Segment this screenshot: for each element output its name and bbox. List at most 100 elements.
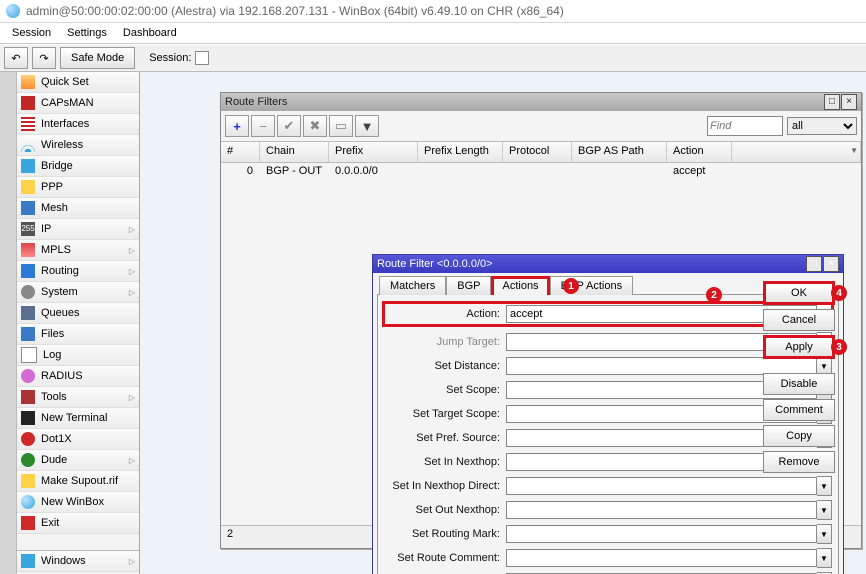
field-label: Set Route Comment: [384,552,506,564]
field-label: Jump Target: [384,336,506,348]
sidebar-item-label: RADIUS [41,370,83,382]
close-icon[interactable]: × [841,94,857,110]
sidebar-item-label: CAPsMAN [41,97,94,109]
sidebar-item-label: Files [41,328,64,340]
sidebar-item-radius[interactable]: RADIUS [17,366,139,387]
rocket-icon [21,75,35,89]
menu-session[interactable]: Session [4,25,59,41]
scope-select[interactable]: all [787,117,857,135]
disable-button[interactable]: ✖ [303,115,327,137]
dropdown-icon[interactable]: ▼ [817,524,832,544]
sidebar-item-bridge[interactable]: Bridge [17,156,139,177]
col-action[interactable]: Action [667,142,732,162]
sidebar-item-tools[interactable]: Tools▷ [17,387,139,408]
maximize-icon[interactable]: □ [824,94,840,110]
safe-mode-button[interactable]: Safe Mode [60,47,135,69]
remove-button[interactable]: − [251,115,275,137]
dropdown-icon[interactable]: ▼ [817,476,832,496]
sidebar-item-quick-set[interactable]: Quick Set [17,72,139,93]
sidebar-item-label: MPLS [41,244,71,256]
field-input[interactable] [506,501,817,519]
edit-titlebar[interactable]: Route Filter <0.0.0.0/0> □ × [373,255,843,273]
sidebar: Quick Set CAPsMAN Interfaces Wireless Bridge… [17,72,140,574]
sidebar-item-new-winbox[interactable]: New WinBox [17,492,139,513]
sidebar-item-mpls[interactable]: MPLS▷ [17,240,139,261]
sidebar-item-system[interactable]: System▷ [17,282,139,303]
maximize-icon[interactable]: □ [806,256,822,272]
sidebar-item-ip[interactable]: 255IP▷ [17,219,139,240]
route-filters-titlebar[interactable]: Route Filters □ × [221,93,861,111]
sidebar-item-mesh[interactable]: Mesh [17,198,139,219]
column-dropdown-icon[interactable]: ▼ [850,146,858,155]
sidebar-item-windows[interactable]: Windows ▷ [17,550,139,572]
field-row: Set In Nexthop Direct:▼ [384,475,832,497]
sidebar-item-label: Windows [41,555,86,567]
copy-button[interactable]: Copy [763,425,835,447]
enable-button[interactable]: ✔ [277,115,301,137]
field-input[interactable] [506,549,817,567]
col-bgp-as-path[interactable]: BGP AS Path [572,142,667,162]
sidebar-item-new-terminal[interactable]: New Terminal [17,408,139,429]
mpls-icon [21,243,35,257]
add-button[interactable]: + [225,115,249,137]
bridge-icon [21,159,35,173]
tab-bgp[interactable]: BGP [446,276,491,295]
field-label: Set Out Nexthop: [384,504,506,516]
apply-button[interactable]: Apply [763,335,835,359]
field-label: Set Routing Mark: [384,528,506,540]
menu-settings[interactable]: Settings [59,25,115,41]
sidebar-item-dude[interactable]: Dude▷ [17,450,139,471]
dropdown-icon[interactable]: ▼ [817,500,832,520]
dropdown-icon[interactable]: ▼ [817,548,832,568]
sidebar-item-interfaces[interactable]: Interfaces [17,114,139,135]
sidebar-item-capsman[interactable]: CAPsMAN [17,93,139,114]
sidebar-item-queues[interactable]: Queues [17,303,139,324]
sidebar-item-ppp[interactable]: PPP [17,177,139,198]
filter-button[interactable]: ▼ [355,115,379,137]
find-input[interactable] [707,116,783,136]
sidebar-item-routing[interactable]: Routing▷ [17,261,139,282]
table-row[interactable]: 0 BGP - OUT 0.0.0.0/0 accept [221,163,861,181]
field-label: Set Scope: [384,384,506,396]
disable-button[interactable]: Disable [763,373,835,395]
redo-button[interactable]: ↷ [32,47,56,69]
sidebar-item-label: Wireless [41,139,83,151]
comment-button[interactable]: ▭ [329,115,353,137]
sidebar-item-wireless[interactable]: Wireless [17,135,139,156]
sidebar-item-label: Exit [41,517,59,529]
col-number[interactable]: # [221,142,260,162]
col-prefix-length[interactable]: Prefix Length [418,142,503,162]
menu-bar: Session Settings Dashboard [0,23,866,44]
sidebar-item-make-supout-rif[interactable]: Make Supout.rif [17,471,139,492]
chevron-right-icon: ▷ [129,393,135,402]
sidebar-item-dot1x[interactable]: Dot1X [17,429,139,450]
col-protocol[interactable]: Protocol [503,142,572,162]
chevron-right-icon: ▷ [129,225,135,234]
field-input[interactable] [506,477,817,495]
field-label: Set Target Scope: [384,408,506,420]
menu-dashboard[interactable]: Dashboard [115,25,185,41]
undo-button[interactable]: ↶ [4,47,28,69]
files-icon [21,327,35,341]
ppp-icon [21,180,35,194]
comment-button[interactable]: Comment [763,399,835,421]
sidebar-item-files[interactable]: Files [17,324,139,345]
col-prefix[interactable]: Prefix [329,142,418,162]
dude-icon [21,453,35,467]
cancel-button[interactable]: Cancel [763,309,835,331]
field-input[interactable] [506,525,817,543]
window-title: admin@50:00:00:02:00:00 (Alestra) via 19… [26,4,564,18]
sidebar-item-exit[interactable]: Exit [17,513,139,534]
close-icon[interactable]: × [823,256,839,272]
ok-button[interactable]: OK [763,281,835,305]
remove-button[interactable]: Remove [763,451,835,473]
chevron-right-icon: ▷ [129,557,135,566]
tab-actions[interactable]: Actions [491,276,549,295]
route-filter-edit-dialog: Route Filter <0.0.0.0/0> □ × Matchers BG… [372,254,844,574]
col-chain[interactable]: Chain [260,142,329,162]
sidebar-item-log[interactable]: Log [17,345,139,366]
tab-matchers[interactable]: Matchers [379,276,446,295]
col-filler: ▼ [732,142,861,162]
sidebar-item-label: New WinBox [41,496,104,508]
cell-number: 0 [221,163,260,181]
